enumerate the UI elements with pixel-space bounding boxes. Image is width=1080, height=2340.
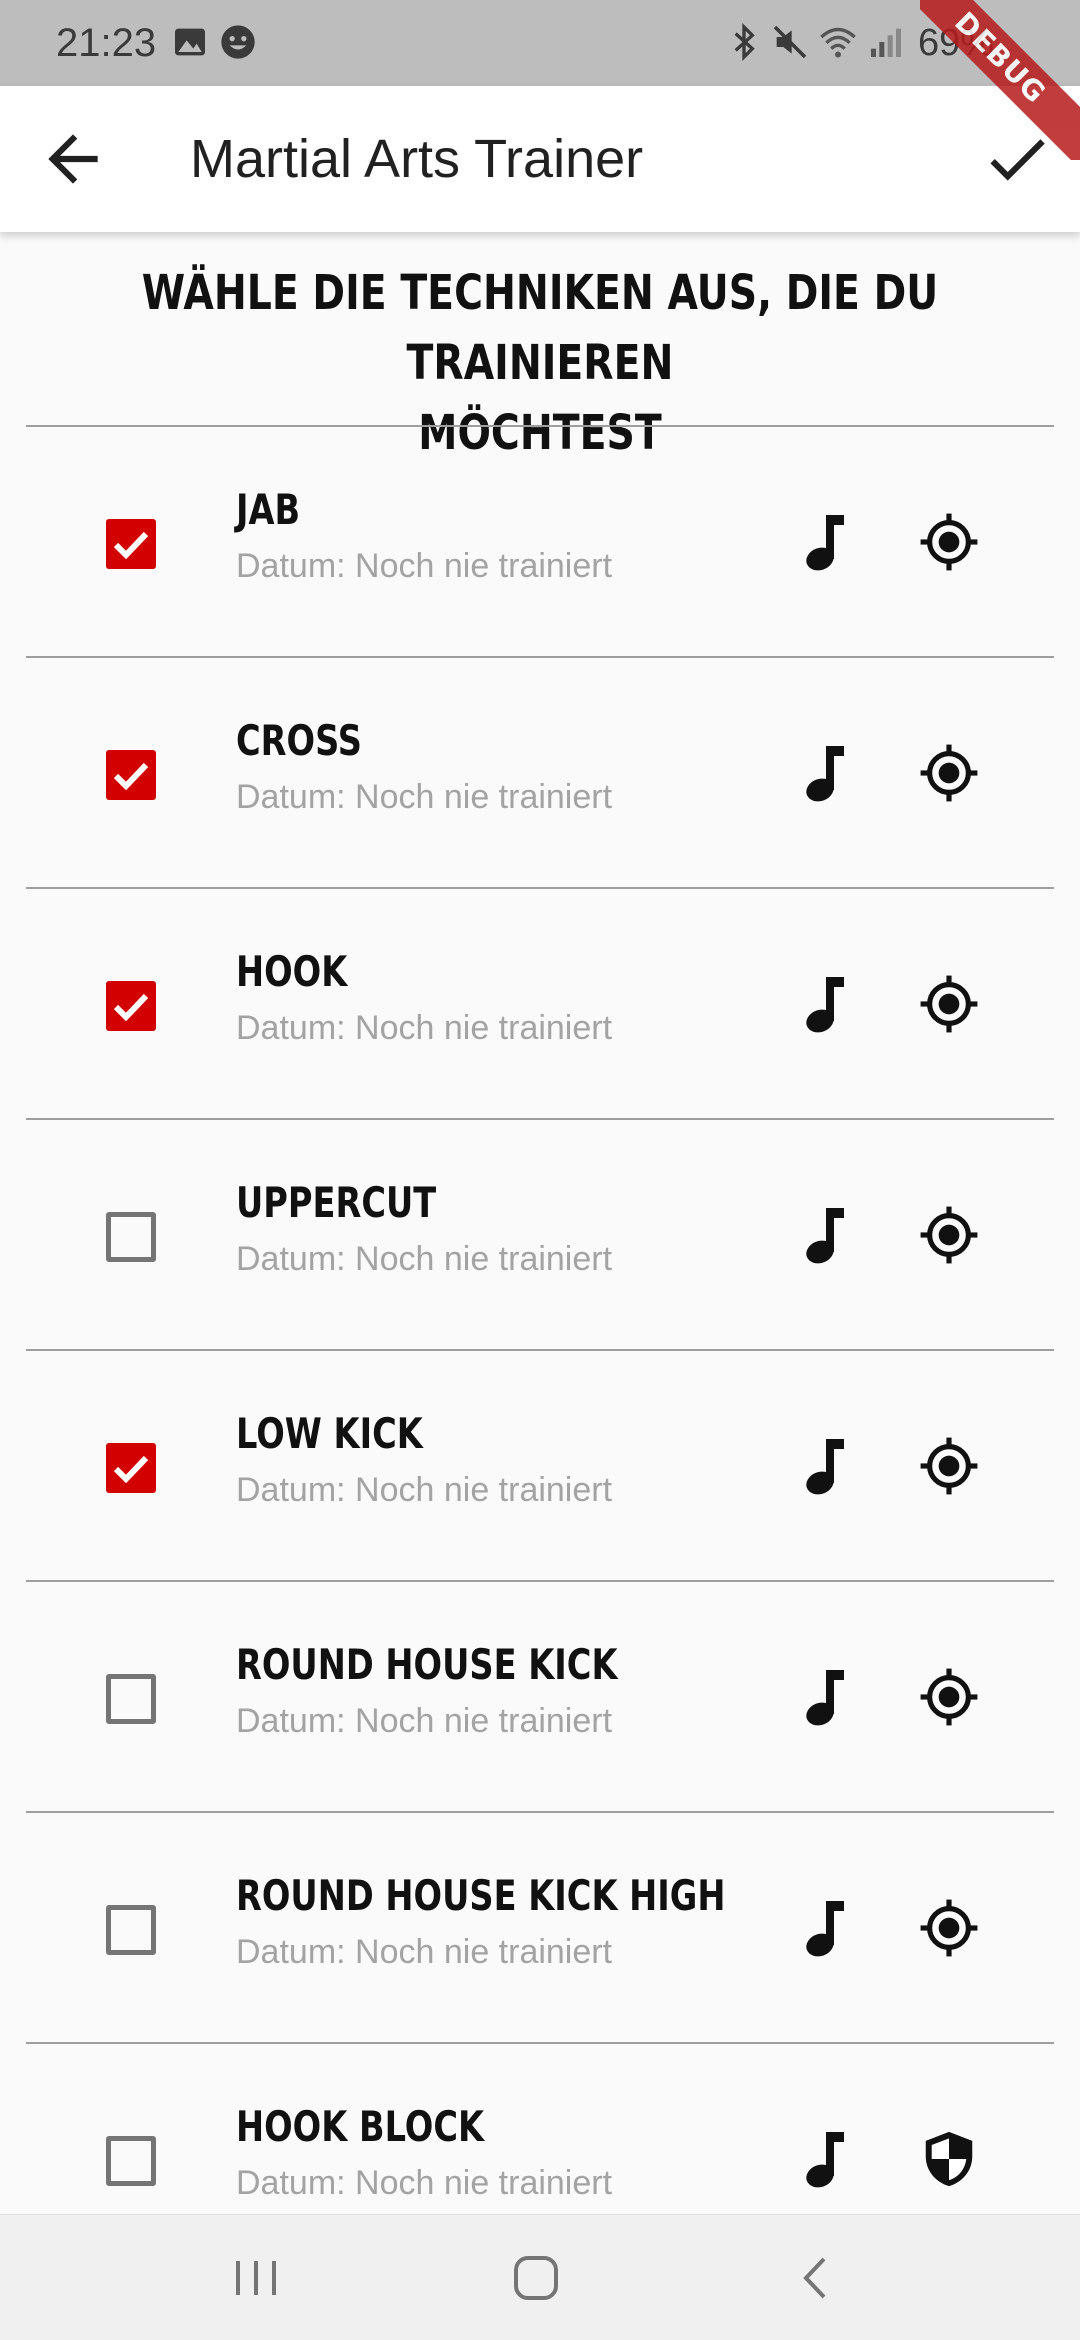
music-note-icon[interactable] [796,513,848,573]
technique-last-trained: Datum: Noch nie trainiert [236,1702,613,1740]
music-note-icon[interactable] [796,1206,848,1266]
technique-checkbox[interactable] [106,2136,156,2186]
technique-last-trained: Datum: Noch nie trainiert [236,778,613,816]
checkmark-icon [113,1455,149,1484]
technique-row[interactable]: UPPERCUT Datum: Noch nie trainiert [0,1120,1080,1351]
home-icon[interactable] [506,2253,566,2303]
technique-row[interactable]: HOOK Datum: Noch nie trainiert [0,889,1080,1120]
technique-list: JAB Datum: Noch nie trainiert CROSS Datum: … [0,427,1080,2275]
recent-apps-icon[interactable] [226,2253,286,2303]
heading-line-1: WÄHLE DIE TECHNIKEN AUS, DIE DU TRAINIER… [141,265,939,391]
debug-banner: DEBUG [920,0,1080,160]
technique-name: ROUND HOUSE KICK HIGH [236,1871,726,1920]
technique-checkbox[interactable] [106,1674,156,1724]
music-note-icon[interactable] [796,2130,848,2190]
target-icon[interactable] [918,742,980,804]
technique-checkbox[interactable] [106,1443,156,1493]
wifi-icon [820,27,856,58]
shield-icon[interactable] [918,2128,980,2190]
technique-name: HOOK BLOCK [236,2102,485,2151]
system-nav-bar [0,2214,1080,2340]
music-note-icon[interactable] [796,1437,848,1497]
checkmark-icon [113,531,149,560]
nav-back-icon[interactable] [786,2253,846,2303]
technique-last-trained: Datum: Noch nie trainiert [236,1933,613,1971]
technique-row[interactable]: ROUND HOUSE KICK HIGH Datum: Noch nie tra… [0,1813,1080,2044]
technique-last-trained: Datum: Noch nie trainiert [236,1240,613,1278]
technique-row[interactable]: CROSS Datum: Noch nie trainiert [0,658,1080,889]
technique-name: HOOK [236,947,348,996]
technique-last-trained: Datum: Noch nie trainiert [236,547,613,585]
music-note-icon[interactable] [796,1899,848,1959]
target-icon[interactable] [918,973,980,1035]
technique-name: LOW KICK [236,1409,423,1458]
target-icon[interactable] [918,1204,980,1266]
technique-row[interactable]: ROUND HOUSE KICK Datum: Noch nie trainier… [0,1582,1080,1813]
technique-row[interactable]: JAB Datum: Noch nie trainiert [0,427,1080,658]
technique-checkbox[interactable] [106,519,156,569]
target-icon[interactable] [918,1435,980,1497]
checkmark-icon [113,762,149,791]
status-time: 21:23 [56,21,157,65]
technique-last-trained: Datum: Noch nie trainiert [236,1009,613,1047]
technique-checkbox[interactable] [106,981,156,1031]
mute-icon [773,25,807,59]
technique-checkbox[interactable] [106,1905,156,1955]
status-bar: 21:23 69% [0,0,1080,86]
signal-icon [871,28,901,57]
debug-banner-wrap: DEBUG [920,0,1080,160]
arrow-back-icon[interactable] [36,122,110,196]
bluetooth-icon [734,22,755,62]
music-note-icon[interactable] [796,744,848,804]
technique-checkbox[interactable] [106,750,156,800]
technique-name: CROSS [236,716,362,765]
app-bar: Martial Arts Trainer [0,86,1080,232]
target-icon[interactable] [918,511,980,573]
app-title: Martial Arts Trainer [190,129,644,189]
checkmark-icon [113,993,149,1022]
technique-checkbox[interactable] [106,1212,156,1262]
gallery-icon [175,28,205,56]
technique-row[interactable]: LOW KICK Datum: Noch nie trainiert [0,1351,1080,1582]
target-icon[interactable] [918,1897,980,1959]
music-note-icon[interactable] [796,1668,848,1728]
target-icon[interactable] [918,1666,980,1728]
face-icon [221,25,255,59]
music-note-icon[interactable] [796,975,848,1035]
technique-name: ROUND HOUSE KICK [236,1640,618,1689]
technique-last-trained: Datum: Noch nie trainiert [236,2164,613,2202]
technique-name: UPPERCUT [236,1178,437,1227]
technique-name: JAB [236,485,301,534]
technique-last-trained: Datum: Noch nie trainiert [236,1471,613,1509]
